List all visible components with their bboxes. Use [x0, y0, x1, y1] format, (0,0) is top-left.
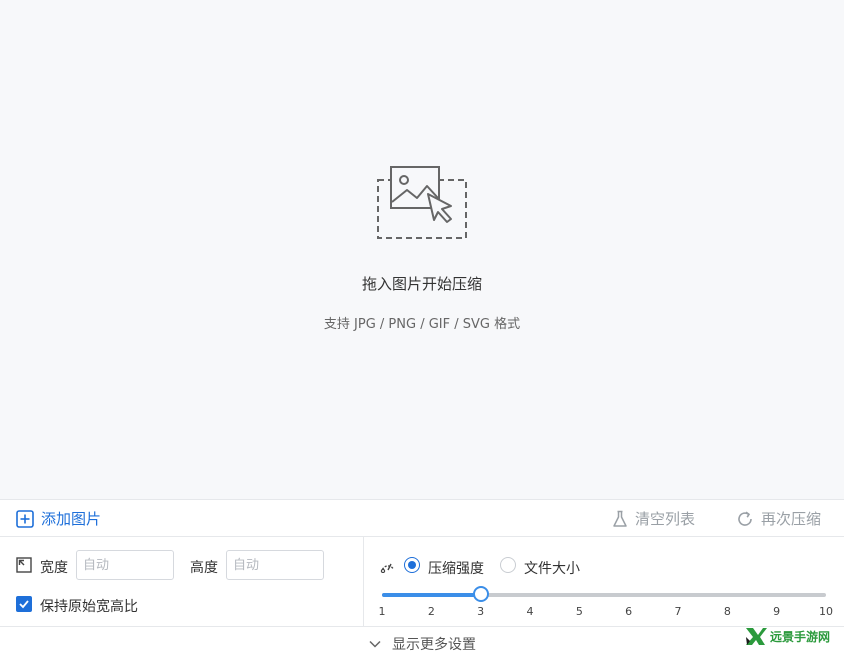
radio-file-size[interactable]	[500, 557, 516, 573]
gauge-icon	[380, 563, 395, 573]
slider-tick-label: 8	[723, 605, 731, 618]
plus-square-icon	[16, 509, 34, 528]
slider-tick-label: 5	[575, 605, 583, 618]
radio-compression-strength[interactable]	[404, 557, 420, 573]
watermark-text: 远景手游网	[770, 629, 831, 644]
slider-tick-label: 3	[477, 605, 485, 618]
slider-tick-label: 1	[378, 605, 386, 618]
recompress-button[interactable]: 再次压缩	[736, 500, 821, 537]
drop-title: 拖入图片开始压缩	[361, 275, 482, 293]
chevron-down-icon	[369, 640, 381, 648]
height-label: 高度	[190, 560, 218, 576]
width-input[interactable]	[76, 550, 174, 580]
flask-icon	[613, 510, 627, 527]
show-more-label: 显示更多设置	[392, 637, 476, 653]
settings-divider	[363, 537, 364, 626]
keep-ratio-checkbox[interactable]	[16, 596, 32, 612]
slider-tick-label: 6	[625, 605, 633, 618]
recompress-label: 再次压缩	[761, 510, 822, 528]
slider-tick-label: 4	[526, 605, 534, 618]
slider-ticks: 1 2 3 4 5 6 7 8 9 10	[378, 605, 834, 621]
file-size-label: 文件大小	[524, 561, 580, 577]
slider-tick-label: 9	[773, 605, 781, 618]
add-image-button[interactable]: 添加图片	[16, 500, 101, 537]
width-label: 宽度	[40, 560, 68, 576]
compression-slider[interactable]	[382, 586, 826, 602]
drop-zone[interactable]: 拖入图片开始压缩 支持 JPG / PNG / GIF / SVG 格式	[0, 0, 844, 499]
add-image-label: 添加图片	[41, 510, 102, 528]
slider-fill	[382, 593, 481, 597]
drop-subtitle: 支持 JPG / PNG / GIF / SVG 格式	[323, 317, 521, 332]
toolbar: 添加图片 清空列表 再次压缩	[0, 499, 844, 537]
keep-ratio-label: 保持原始宽高比	[40, 599, 138, 615]
compression-strength-label: 压缩强度	[428, 561, 484, 577]
clear-list-label: 清空列表	[635, 510, 696, 528]
settings-panel: 宽度 高度 保持原始宽高比 压缩强度 文件大小 1 2 3 4 5 6 7 8 9 10	[0, 537, 844, 626]
refresh-icon	[738, 511, 752, 526]
height-input[interactable]	[226, 550, 324, 580]
watermark-logo: 远景手游网	[744, 624, 844, 648]
image-drop-icon	[377, 166, 467, 239]
slider-tick-label: 2	[427, 605, 435, 618]
slider-thumb[interactable]	[472, 586, 489, 602]
logo-icon	[746, 628, 767, 645]
checkmark-icon	[19, 600, 29, 609]
clear-list-button[interactable]: 清空列表	[612, 500, 695, 537]
show-more-settings-button[interactable]: 显示更多设置	[0, 626, 844, 661]
slider-tick-label: 7	[674, 605, 682, 618]
slider-tick-label: 10	[819, 605, 833, 618]
resize-icon	[16, 557, 32, 573]
